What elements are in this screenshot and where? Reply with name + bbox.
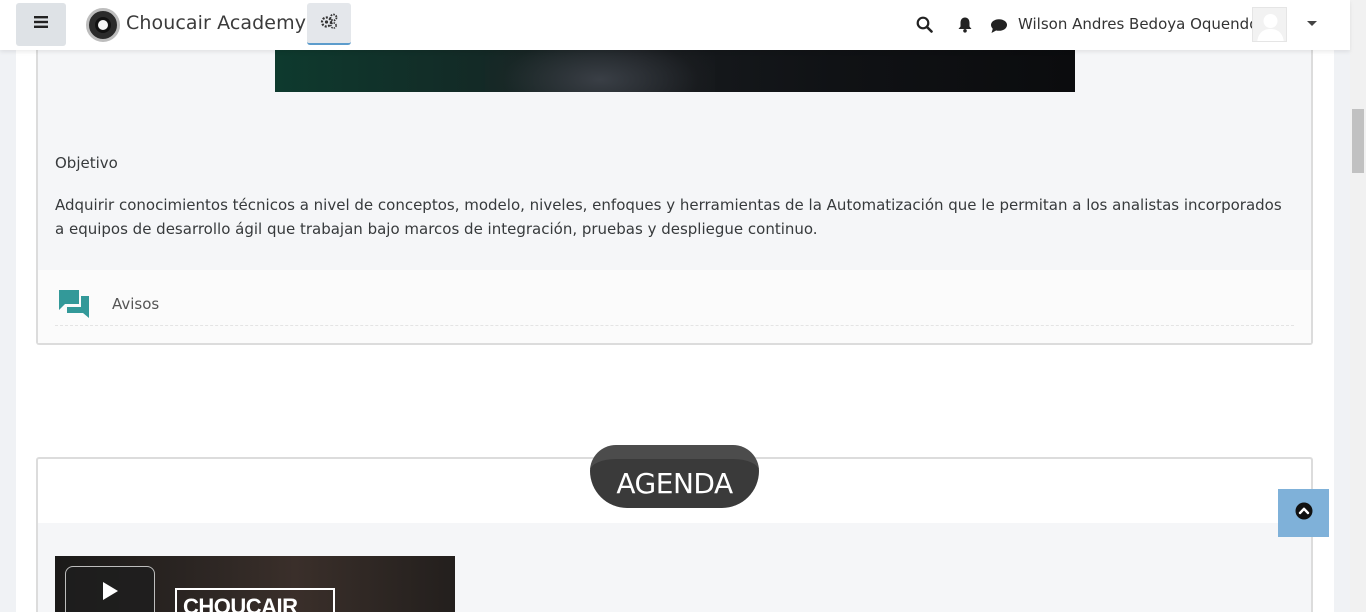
play-button[interactable] [65, 566, 155, 612]
menu-icon [33, 15, 49, 34]
comment-icon[interactable] [989, 16, 1009, 36]
admin-settings-button[interactable] [307, 3, 351, 45]
forum-icon[interactable] [57, 288, 91, 322]
video-brand-logo: CHOUCAIR [175, 588, 335, 612]
play-icon [101, 581, 119, 606]
avatar[interactable] [1252, 7, 1287, 42]
scrollbar-thumb[interactable] [1352, 109, 1364, 173]
objective-heading: Objetivo [55, 154, 118, 172]
objective-text: Adquirir conocimientos técnicos a nivel … [55, 196, 1282, 238]
search-icon[interactable] [914, 14, 934, 34]
site-logo[interactable] [86, 8, 120, 42]
bell-icon[interactable] [955, 14, 975, 34]
top-navbar: Choucair Academy Wilson Andres Bedoya Oq… [0, 0, 1350, 50]
cogs-icon [320, 13, 338, 34]
agenda-video[interactable]: CHOUCAIR [55, 556, 455, 612]
activity-link-avisos[interactable]: Avisos [112, 295, 159, 313]
agenda-title: AGENDA [616, 467, 733, 500]
activity-avisos-row[interactable] [38, 270, 1311, 343]
chevron-up-circle-icon [1295, 502, 1313, 525]
back-to-top-button[interactable] [1278, 489, 1329, 537]
vertical-scrollbar[interactable] [1350, 0, 1366, 612]
user-menu-name[interactable]: Wilson Andres Bedoya Oquendo [1018, 15, 1258, 33]
chevron-down-icon[interactable] [1307, 21, 1317, 26]
drawer-toggle-button[interactable] [16, 3, 66, 46]
site-name-link[interactable]: Choucair Academy [126, 12, 306, 34]
